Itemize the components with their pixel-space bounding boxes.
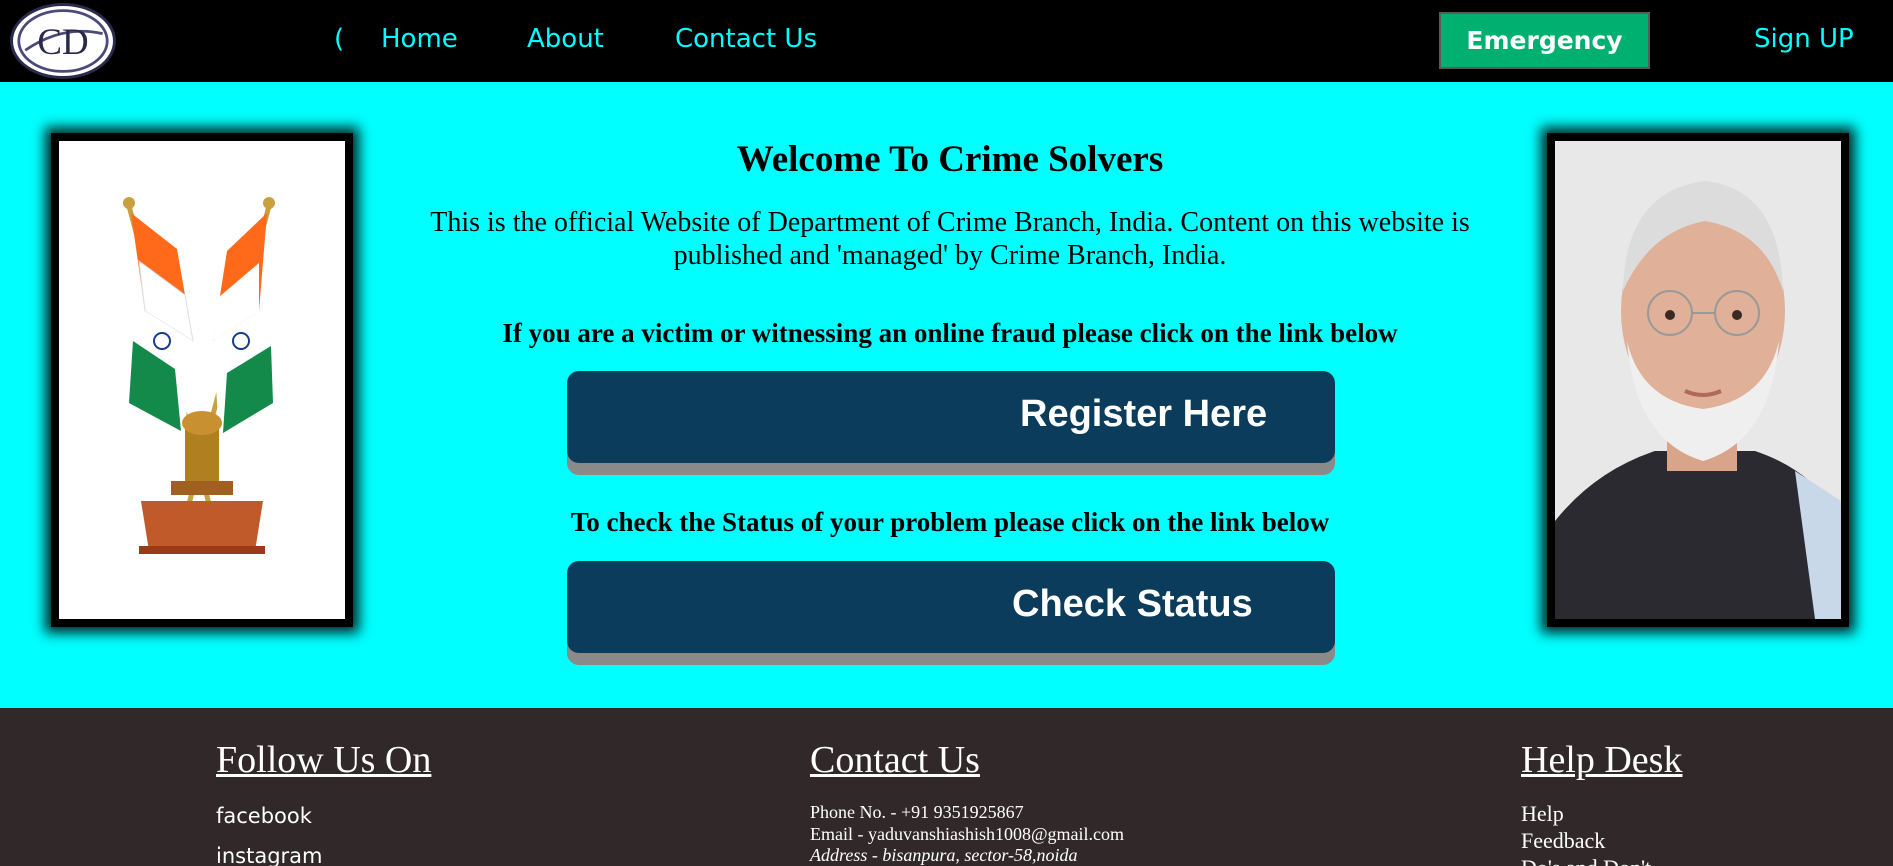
contact-phone: Phone No. - +91 9351925867 (810, 802, 1024, 822)
contact-address: Address - bisanpura, sector-58,noida (810, 845, 1078, 865)
register-prompt: If you are a victim or witnessing an onl… (502, 318, 1398, 348)
nav-contact-link[interactable]: Contact Us (675, 22, 817, 56)
contact-email: Email - yaduvanshiashish1008@gmail.com (810, 824, 1125, 844)
instagram-link[interactable]: instagram (216, 844, 322, 866)
facebook-link[interactable]: facebook (216, 804, 312, 828)
intro-text: This is the official Website of Departme… (430, 207, 1470, 271)
help-link[interactable]: Help (1521, 801, 1564, 827)
site-logo[interactable]: CD (10, 3, 116, 79)
logo-emblem-icon: CD (17, 9, 109, 73)
nav-link-partial[interactable]: ( (334, 22, 344, 56)
welcome-heading: Welcome To Crime Solvers (736, 139, 1164, 180)
follow-us-heading: Follow Us On (216, 739, 432, 781)
feedback-link[interactable]: Feedback (1521, 828, 1605, 854)
logo-text: CD (37, 21, 88, 62)
help-desk-heading: Help Desk (1521, 739, 1683, 781)
status-prompt: To check the Status of your problem plea… (570, 507, 1330, 537)
top-navbar: CD ( Home About Contact Us Emergency Sig… (0, 0, 1893, 82)
portrait-photo-icon (1555, 141, 1841, 619)
check-status-button-label: Check Status (1012, 583, 1253, 625)
contact-us-heading: Contact Us (810, 739, 980, 781)
india-flags-icon (59, 141, 345, 619)
check-status-button[interactable]: Check Status (567, 561, 1335, 653)
register-button[interactable]: Register Here (567, 371, 1335, 463)
footer: Follow Us On facebook instagram Contact … (0, 708, 1893, 866)
emergency-button[interactable]: Emergency (1439, 12, 1650, 69)
register-button-label: Register Here (1020, 393, 1268, 435)
signup-link[interactable]: Sign UP (1754, 22, 1854, 56)
portrait-image (1547, 133, 1849, 627)
india-flags-image (51, 133, 353, 627)
nav-home-link[interactable]: Home (381, 22, 458, 56)
nav-about-link[interactable]: About (527, 22, 604, 56)
dos-donts-link[interactable]: Do's and Don't (1521, 855, 1651, 866)
